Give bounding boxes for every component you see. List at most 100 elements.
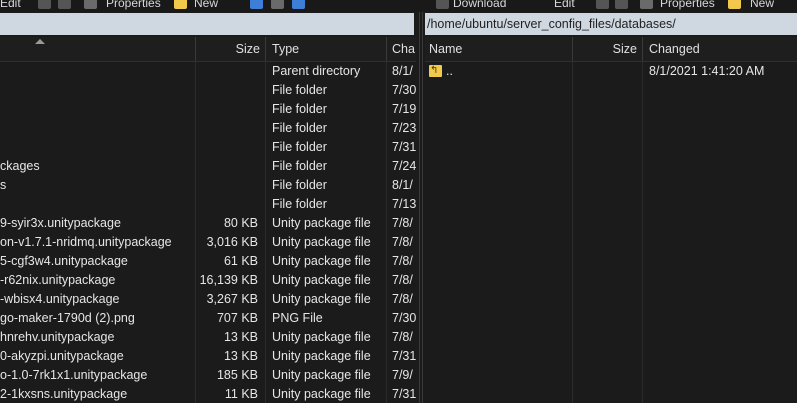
file-changed: 7/8/ xyxy=(392,216,413,230)
file-changed: 7/9/ xyxy=(392,368,413,382)
table-row[interactable]: -wbisx4.unitypackage 3,267 KB Unity packag… xyxy=(0,290,416,309)
table-row[interactable]: File folder 7/30 xyxy=(0,81,416,100)
file-type: File folder xyxy=(272,121,327,135)
table-row[interactable]: .. 8/1/2021 1:41:20 AM xyxy=(425,61,797,81)
file-name: o-1.0-7rk1x1.unitypackage xyxy=(0,368,148,382)
file-size xyxy=(196,62,258,81)
properties-button-left[interactable]: Properties xyxy=(106,0,161,10)
file-type: Unity package file xyxy=(272,273,371,287)
file-type: File folder xyxy=(272,178,327,192)
file-name xyxy=(0,62,192,81)
table-row[interactable]: File folder 7/19 xyxy=(0,100,416,119)
file-type: Unity package file xyxy=(272,330,371,344)
add-icon[interactable] xyxy=(250,0,263,9)
file-size xyxy=(196,157,258,176)
left-path-bar[interactable] xyxy=(0,13,414,35)
table-row[interactable]: Parent directory 8/1/ xyxy=(0,62,416,81)
cut-icon[interactable] xyxy=(58,0,71,9)
file-size xyxy=(196,81,258,100)
file-name: -wbisx4.unitypackage xyxy=(0,292,120,306)
left-file-pane: Size Type Cha Parent directory 8/1/File f… xyxy=(0,37,416,403)
download-button[interactable]: Download xyxy=(453,0,506,10)
file-type: Unity package file xyxy=(272,292,371,306)
file-size: 16,139 KB xyxy=(199,273,258,287)
table-row[interactable]: go-maker-1790d (2).png 707 KB PNG File 7/30 xyxy=(0,309,416,328)
file-type: File folder xyxy=(272,159,327,173)
file-type: PNG File xyxy=(272,311,323,325)
file-name: 2-1kxsns.unitypackage xyxy=(0,387,128,401)
sort-ascending-icon[interactable] xyxy=(35,39,45,44)
table-row[interactable]: -r62nix.unitypackage 16,139 KB Unity packa… xyxy=(0,271,416,290)
file-size xyxy=(196,176,258,195)
file-name: go-maker-1790d (2).png xyxy=(0,311,135,325)
table-row[interactable]: 0-akyzpi.unitypackage 13 KB Unity package … xyxy=(0,347,416,366)
table-row[interactable]: 2-1kxsns.unitypackage 11 KB Unity package … xyxy=(0,385,416,403)
right-name-header[interactable]: Name xyxy=(429,37,569,61)
file-changed: 8/1/ xyxy=(392,64,413,78)
file-name xyxy=(0,195,192,214)
new-folder-icon xyxy=(174,0,187,9)
delete-icon-right[interactable] xyxy=(596,0,609,9)
file-name: 9-syir3x.unitypackage xyxy=(0,216,121,230)
delete-icon[interactable] xyxy=(38,0,51,9)
table-row[interactable]: File folder 7/23 xyxy=(0,119,416,138)
file-changed: 7/23 xyxy=(392,121,416,135)
file-changed: 7/30 xyxy=(392,311,416,325)
file-name: ckages xyxy=(0,159,40,173)
file-changed: 7/31 xyxy=(392,387,416,401)
file-type: Unity package file xyxy=(272,235,371,249)
file-size: 13 KB xyxy=(223,330,258,344)
table-row[interactable]: ckages File folder 7/24 xyxy=(0,157,416,176)
left-size-header[interactable]: Size xyxy=(196,37,260,61)
file-size xyxy=(196,119,258,138)
file-type: File folder xyxy=(272,140,327,154)
file-size xyxy=(196,100,258,119)
file-size: 707 KB xyxy=(216,311,258,325)
edit-menu-left[interactable]: Edit xyxy=(0,0,21,10)
file-name: on-v1.7.1-nridmq.unitypackage xyxy=(0,235,172,249)
minus-icon[interactable] xyxy=(271,0,284,9)
file-changed: 7/19 xyxy=(392,102,416,116)
edit-menu-right[interactable]: Edit xyxy=(554,0,575,10)
right-size-header[interactable]: Size xyxy=(573,37,637,61)
table-row[interactable]: File folder 7/13 xyxy=(0,195,416,214)
new-button-right[interactable]: New xyxy=(750,0,774,10)
right-changed-header[interactable]: Changed xyxy=(649,37,789,61)
file-name: -r62nix.unitypackage xyxy=(0,273,116,287)
cut-icon-right[interactable] xyxy=(615,0,628,9)
file-type: File folder xyxy=(272,197,327,211)
left-changed-header[interactable]: Cha xyxy=(392,37,416,61)
properties-button-right[interactable]: Properties xyxy=(660,0,715,10)
left-type-header[interactable]: Type xyxy=(272,37,382,61)
filter-icon[interactable] xyxy=(292,0,305,9)
table-row[interactable]: 9-syir3x.unitypackage 80 KB Unity package … xyxy=(0,214,416,233)
table-row[interactable]: s File folder 8/1/ xyxy=(0,176,416,195)
file-size: 11 KB xyxy=(224,387,258,401)
file-changed: 7/8/ xyxy=(392,330,413,344)
right-file-pane: Name Size Changed .. 8/1/2021 1:41:20 AM xyxy=(425,37,797,403)
table-row[interactable]: File folder 7/31 xyxy=(0,138,416,157)
file-type: File folder xyxy=(272,83,327,97)
file-name: s xyxy=(0,178,7,192)
file-changed: 7/24 xyxy=(392,159,416,173)
table-row[interactable]: 5-cgf3w4.unitypackage 61 KB Unity package … xyxy=(0,252,416,271)
new-button-left[interactable]: New xyxy=(194,0,218,10)
file-size xyxy=(196,138,258,157)
file-name: 5-cgf3w4.unitypackage xyxy=(0,254,128,268)
file-changed: 7/8/ xyxy=(392,273,413,287)
right-path-bar[interactable]: /home/ubuntu/server_config_files/databas… xyxy=(422,13,797,35)
table-row[interactable]: hnrehv.unitypackage 13 KB Unity package fi… xyxy=(0,328,416,347)
file-changed: 7/8/ xyxy=(392,254,413,268)
file-type: Unity package file xyxy=(272,349,371,363)
file-type: Unity package file xyxy=(272,368,371,382)
properties-icon[interactable] xyxy=(84,0,97,9)
properties-icon-right[interactable] xyxy=(640,0,653,9)
file-changed: 7/8/ xyxy=(392,235,413,249)
file-size: 80 KB xyxy=(223,216,258,230)
download-icon[interactable] xyxy=(436,0,449,9)
toolbar: Edit Properties New Download Edit Proper… xyxy=(0,0,797,12)
table-row[interactable]: o-1.0-7rk1x1.unitypackage 185 KB Unity pac… xyxy=(0,366,416,385)
table-row[interactable]: on-v1.7.1-nridmq.unitypackage 3,016 KB Uni… xyxy=(0,233,416,252)
file-type: Unity package file xyxy=(272,216,371,230)
pane-splitter[interactable] xyxy=(417,12,425,403)
